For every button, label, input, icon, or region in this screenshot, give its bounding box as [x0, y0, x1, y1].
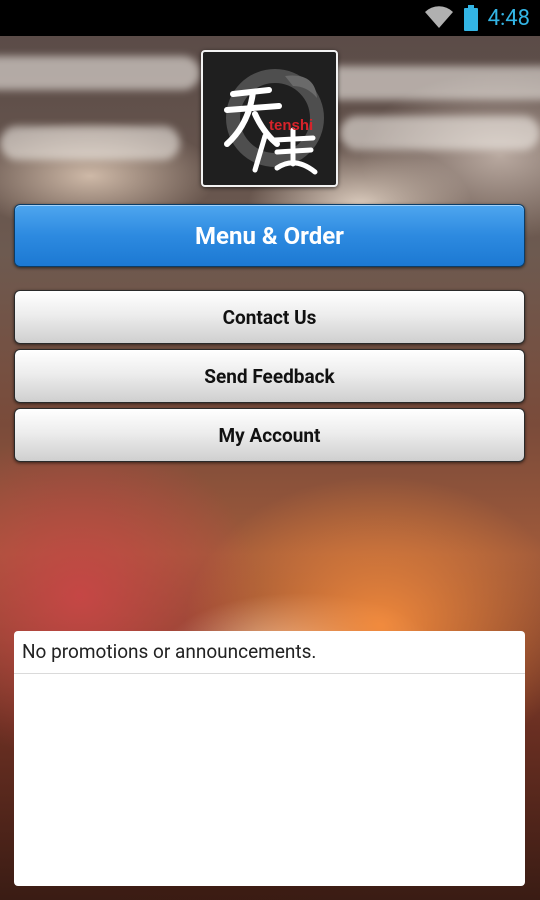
- battery-icon: [463, 5, 478, 31]
- status-icons: 4:48: [424, 4, 530, 32]
- promotions-panel: No promotions or announcements.: [14, 631, 525, 886]
- logo-text: tenshi: [269, 117, 313, 134]
- my-account-button[interactable]: My Account: [14, 408, 525, 462]
- logo-graphic: tenshi: [224, 69, 324, 175]
- send-feedback-button[interactable]: Send Feedback: [14, 349, 525, 403]
- clock: 4:48: [487, 5, 530, 31]
- wifi-icon: [424, 6, 453, 28]
- tenshi-logo: tenshi: [201, 50, 338, 187]
- contact-us-button[interactable]: Contact Us: [14, 290, 525, 344]
- promotions-empty-message: No promotions or announcements.: [14, 631, 525, 674]
- menu-and-order-button[interactable]: Menu & Order: [14, 204, 525, 267]
- status-bar: 4:48: [0, 0, 540, 36]
